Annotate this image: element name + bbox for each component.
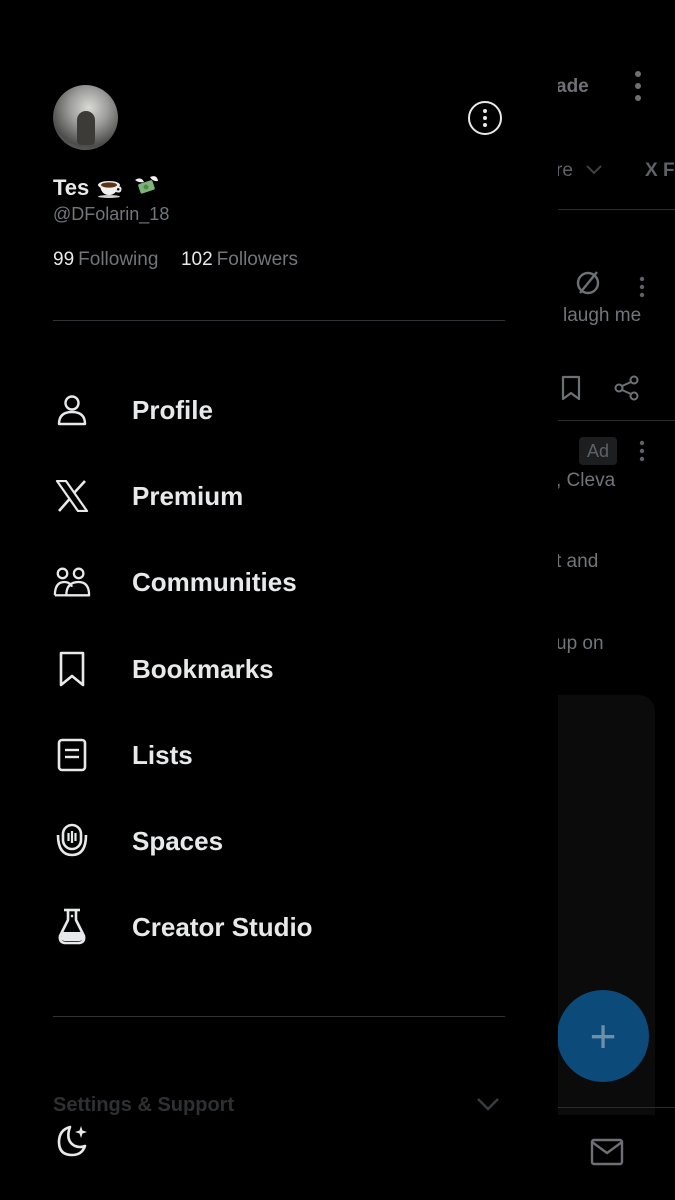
menu-item-lists[interactable]: Lists: [53, 730, 503, 780]
menu-divider: [53, 1016, 505, 1017]
followers-count: 102: [180, 249, 213, 270]
dot: [483, 123, 487, 127]
profile-divider: [53, 320, 505, 321]
ad-text-line-1: , Cleva: [556, 470, 616, 491]
dot: [483, 116, 487, 120]
followers-link[interactable]: 102 Followers: [181, 249, 298, 270]
dark-mode-icon[interactable]: [53, 1122, 91, 1165]
chevron-down-icon[interactable]: [476, 1096, 500, 1117]
settings-support-toggle[interactable]: Settings & Support: [53, 1094, 234, 1117]
menu-item-profile[interactable]: Profile: [53, 385, 503, 435]
tab-fragment-1[interactable]: re: [556, 160, 573, 182]
menu-label: Spaces: [132, 825, 224, 856]
post-divider: [556, 420, 675, 421]
avatar-figure: [77, 111, 95, 145]
menu-label: Communities: [132, 566, 297, 597]
menu-label: Premium: [132, 480, 244, 511]
hot-beverage-emoji: [97, 174, 123, 204]
bookmark-action-icon[interactable]: [560, 375, 582, 406]
menu-label: Bookmarks: [132, 653, 274, 684]
following-count: 99: [53, 249, 75, 270]
compose-button[interactable]: +: [557, 990, 649, 1082]
list-icon: [53, 736, 91, 774]
ad-menu-icon[interactable]: [636, 440, 648, 469]
follow-stats: 99 Following 102 Followers: [53, 249, 298, 271]
money-with-wings-emoji: [132, 174, 160, 204]
menu-label: Profile: [132, 394, 213, 425]
navigation-drawer: Tes @DFolarin_18 99 Following 102 Follow…: [0, 0, 558, 1200]
menu-item-spaces[interactable]: Spaces: [53, 816, 503, 866]
menu-label: Lists: [132, 739, 193, 770]
ad-text-line-2: t and: [556, 551, 599, 572]
messages-icon[interactable]: [589, 1136, 625, 1173]
flask-icon: [53, 908, 91, 946]
menu-label: Creator Studio: [132, 911, 313, 942]
account-menu-button[interactable]: [468, 101, 502, 135]
menu-item-bookmarks[interactable]: Bookmarks: [53, 644, 503, 694]
following-link[interactable]: 99 Following: [53, 249, 164, 270]
bottom-nav-divider: [557, 1107, 675, 1108]
avatar[interactable]: [53, 85, 118, 150]
ad-badge: Ad: [579, 437, 617, 465]
user-handle[interactable]: @DFolarin_18: [53, 204, 169, 225]
menu-item-creator-studio[interactable]: Creator Studio: [53, 902, 503, 952]
post-text-fragment: laugh me: [563, 305, 642, 326]
person-icon: [53, 391, 91, 429]
post-menu-icon[interactable]: [636, 276, 648, 305]
menu-item-premium[interactable]: Premium: [53, 471, 503, 521]
tab-chevron-icon: [585, 163, 603, 182]
display-name[interactable]: Tes: [53, 174, 160, 204]
menu-item-communities[interactable]: Communities: [53, 557, 503, 607]
plus-icon: +: [589, 1010, 617, 1062]
communities-icon: [53, 563, 91, 601]
following-label: Following: [78, 249, 159, 270]
tabs-divider: [556, 209, 675, 210]
overflow-menu-icon[interactable]: [630, 70, 646, 109]
display-name-text: Tes: [53, 175, 90, 200]
ad-text-line-3: up on: [556, 633, 604, 654]
spaces-icon: [53, 822, 91, 860]
bookmark-icon: [53, 650, 91, 688]
dot: [483, 109, 487, 113]
tab-fragment-2[interactable]: X F: [645, 160, 675, 182]
followers-label: Followers: [216, 249, 298, 270]
share-icon[interactable]: [614, 375, 640, 406]
upgrade-button-fragment[interactable]: ade: [556, 76, 589, 98]
grok-icon[interactable]: [575, 270, 601, 301]
x-logo-icon: [53, 477, 91, 515]
